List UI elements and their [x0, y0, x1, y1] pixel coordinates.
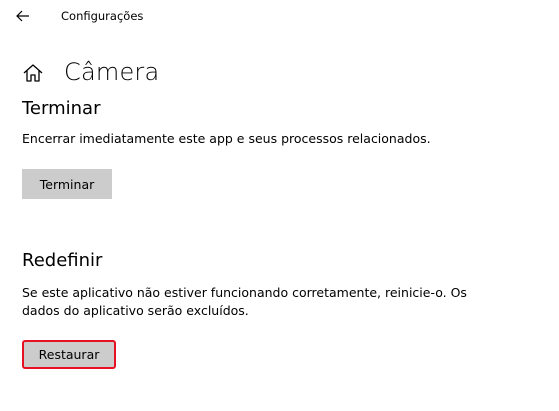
reset-description-line2: dados do aplicativo serão excluídos. [22, 303, 249, 318]
back-arrow-icon [16, 10, 29, 22]
terminate-description: Encerrar imediatamente este app e seus p… [22, 131, 431, 146]
terminate-heading: Terminar [22, 98, 101, 119]
home-icon[interactable] [22, 62, 44, 84]
app-title: Configurações [61, 9, 144, 23]
reset-description: Se este aplicativo não estiver funcionan… [22, 284, 492, 320]
page-title: Câmera [64, 58, 160, 86]
settings-window: Configurações Câmera Terminar Encerrar i… [0, 0, 559, 411]
back-button[interactable] [12, 6, 34, 26]
reset-description-line1: Se este aplicativo não estiver funcionan… [22, 285, 467, 300]
terminate-button[interactable]: Terminar [22, 169, 112, 199]
reset-heading: Redefinir [22, 250, 103, 271]
restore-button[interactable]: Restaurar [24, 341, 114, 367]
title-bar: Configurações [0, 0, 559, 32]
